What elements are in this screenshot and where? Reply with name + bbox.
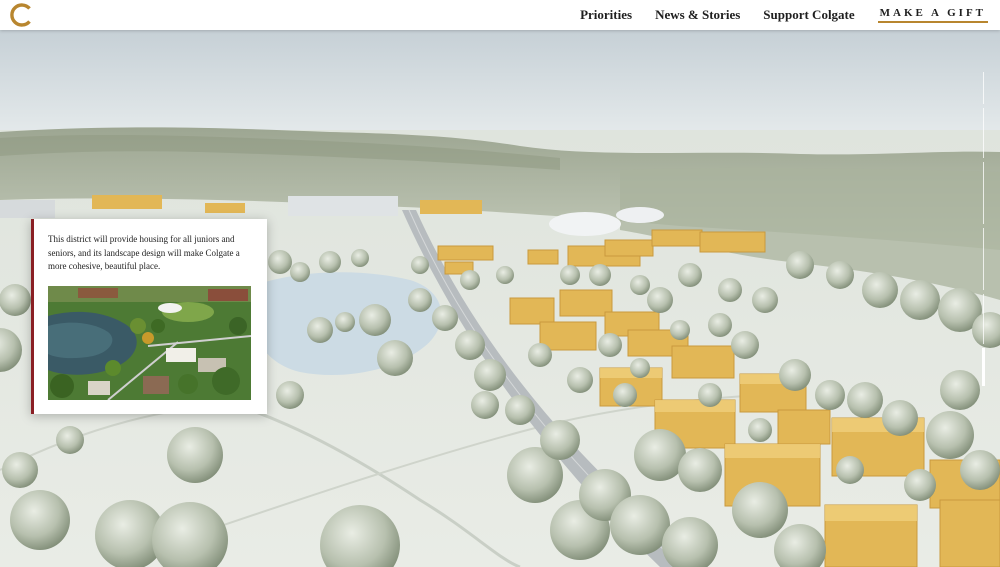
nav-link-support-colgate[interactable]: Support Colgate [763, 7, 854, 23]
progress-segment[interactable] [983, 162, 984, 224]
make-a-gift-button[interactable]: MAKE A GIFT [877, 7, 988, 23]
top-navigation-bar: Priorities News & Stories Support Colgat… [0, 0, 1000, 30]
scroll-progress-indicator[interactable] [982, 72, 985, 408]
nav-link-news-stories[interactable]: News & Stories [655, 7, 740, 23]
progress-segment[interactable] [983, 294, 984, 344]
main-nav: Priorities News & Stories Support Colgat… [557, 0, 988, 30]
info-card-text: This district will provide housing for a… [48, 234, 240, 271]
campus-lake-photo [48, 286, 251, 400]
progress-segment[interactable] [983, 72, 984, 104]
colgate-logo-icon[interactable] [9, 2, 35, 28]
progress-segment[interactable] [983, 108, 984, 158]
nav-link-priorities[interactable]: Priorities [580, 7, 632, 23]
info-card: This district will provide housing for a… [31, 219, 267, 414]
progress-segment[interactable] [983, 228, 984, 290]
progress-segment-active[interactable] [982, 348, 985, 386]
